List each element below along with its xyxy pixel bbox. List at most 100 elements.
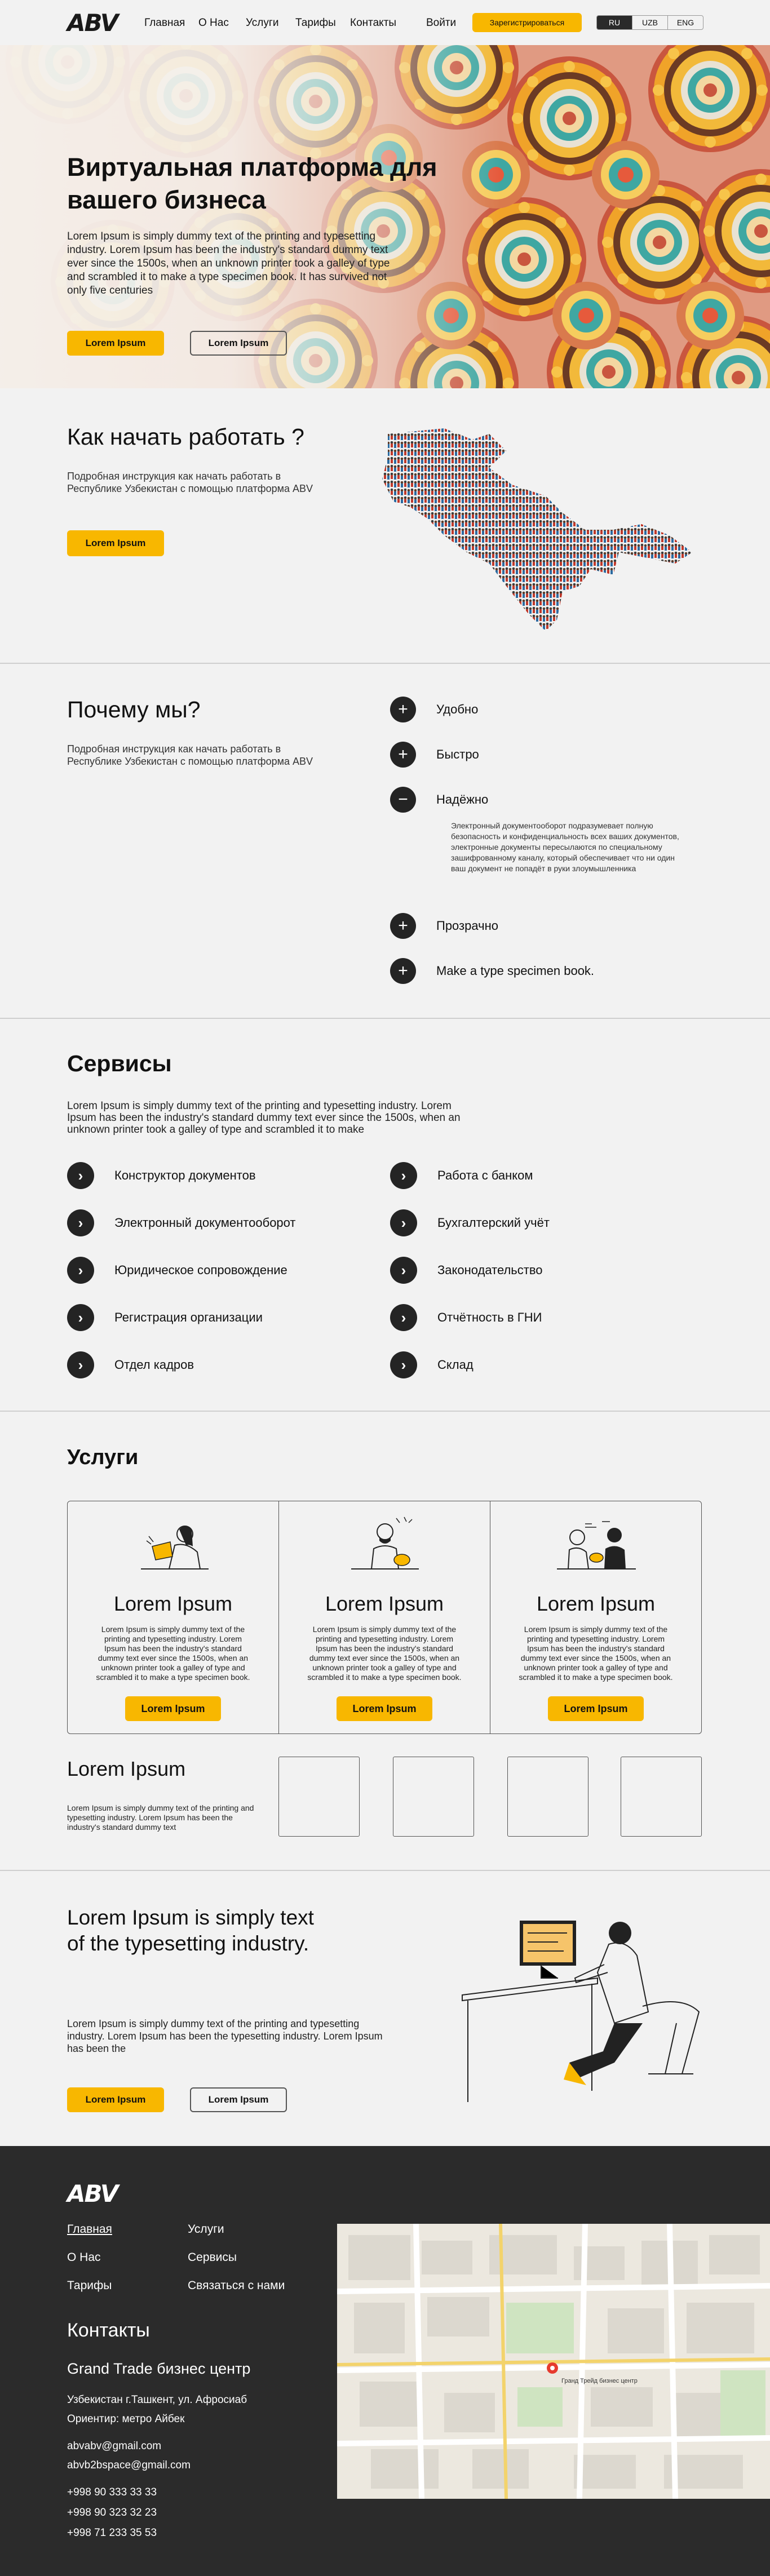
- email[interactable]: abvabv@gmail.com: [67, 2440, 161, 2453]
- service-card: Lorem Ipsum Lorem Ipsum is simply dummy …: [278, 1501, 490, 1734]
- service-item[interactable]: › Отдел кадров: [67, 1351, 194, 1378]
- service-item[interactable]: › Бухгалтерский учёт: [390, 1209, 550, 1236]
- service-item[interactable]: › Электронный документооборот: [67, 1209, 296, 1236]
- service-item[interactable]: › Склад: [390, 1351, 473, 1378]
- map-image: Гранд Трейд бизнес центр: [337, 2224, 770, 2499]
- why-item-reliable[interactable]: − Надёжно: [390, 787, 488, 813]
- logo[interactable]: ABV: [67, 11, 118, 35]
- hero-text: Lorem Ipsum is simply dummy text of the …: [67, 230, 390, 296]
- site-header: ABV Главная О Нас Услуги Тарифы Контакты…: [0, 0, 770, 45]
- service-item[interactable]: › Работа с банком: [390, 1162, 533, 1189]
- chevron-right-icon: ›: [390, 1351, 417, 1378]
- hero-secondary-button[interactable]: Lorem Ipsum: [190, 331, 287, 356]
- chevron-right-icon: ›: [390, 1257, 417, 1284]
- placeholder-box[interactable]: [621, 1757, 702, 1837]
- services-text: Lorem Ipsum is simply dummy text of the …: [67, 1100, 461, 1136]
- contacts-title: Контакты: [67, 2320, 150, 2341]
- footer-link-services[interactable]: Услуги: [188, 2223, 224, 2236]
- why-item-label: Надёжно: [436, 792, 488, 807]
- divider: [0, 663, 770, 664]
- footer-logo[interactable]: ABV: [67, 2180, 118, 2207]
- card-text: Lorem Ipsum is simply dummy text of the …: [519, 1625, 673, 1682]
- service-label: Бухгалтерский учёт: [437, 1216, 550, 1230]
- lang-ru[interactable]: RU: [597, 16, 632, 29]
- service-item[interactable]: › Законодательство: [390, 1257, 543, 1284]
- service-label: Склад: [437, 1358, 473, 1372]
- cta-text: Lorem Ipsum is simply dummy text of the …: [67, 2018, 383, 2054]
- service-item[interactable]: › Регистрация организации: [67, 1304, 263, 1331]
- card-title: Lorem Ipsum: [490, 1592, 701, 1616]
- card-title-text: Lorem Ipsum: [536, 1592, 656, 1615]
- nav-home[interactable]: Главная: [144, 17, 185, 29]
- placeholder-box[interactable]: [393, 1757, 474, 1837]
- cta-secondary-button[interactable]: Lorem Ipsum: [190, 2087, 287, 2112]
- register-button[interactable]: Зарегистрироваться: [472, 13, 582, 32]
- service-label-text: Работа с банком: [437, 1168, 533, 1182]
- why-expanded-text: Электронный документооборот подразумевае…: [451, 821, 679, 873]
- service-card: Lorem Ipsum Lorem Ipsum is simply dummy …: [67, 1501, 279, 1734]
- why-item-specimen[interactable]: + Make a type specimen book.: [390, 958, 594, 984]
- divider: [0, 1018, 770, 1019]
- chevron-right-icon: ›: [390, 1209, 417, 1236]
- service-card: Lorem Ipsum Lorem Ipsum is simply dummy …: [490, 1501, 702, 1734]
- cta-primary-button[interactable]: Lorem Ipsum: [67, 2087, 164, 2112]
- card-button[interactable]: Lorem Ipsum: [125, 1696, 221, 1721]
- placeholder-box[interactable]: [278, 1757, 360, 1837]
- service-label: Отчётность в ГНИ: [437, 1310, 542, 1324]
- why-text: Подробная инструкция как начать работать…: [67, 743, 313, 767]
- footer-link-servisy[interactable]: Сервисы: [188, 2251, 237, 2264]
- service-item[interactable]: › Конструктор документов: [67, 1162, 256, 1189]
- why-item-fast[interactable]: + Быстро: [390, 742, 479, 768]
- footer-link-about[interactable]: О Нас: [67, 2251, 101, 2264]
- card-title: Lorem Ipsum: [325, 1592, 444, 1615]
- location-map[interactable]: Гранд Трейд бизнес центр: [337, 2224, 770, 2499]
- plus-icon[interactable]: +: [390, 913, 416, 939]
- service-item[interactable]: › Отчётность в ГНИ: [390, 1304, 542, 1331]
- nav-tariffs[interactable]: Тарифы: [295, 17, 336, 29]
- lang-eng[interactable]: ENG: [668, 16, 703, 29]
- why-item-convenient[interactable]: + Удобно: [390, 697, 478, 722]
- service-item[interactable]: › Юридическое сопровождение: [67, 1257, 287, 1284]
- card-button[interactable]: Lorem Ipsum: [548, 1696, 644, 1721]
- why-item-transparent[interactable]: + Прозрачно: [390, 913, 498, 939]
- plus-icon[interactable]: +: [390, 742, 416, 768]
- lang-uzb[interactable]: UZB: [632, 16, 668, 29]
- hero-section: Виртуальная платформа для вашего бизнеса…: [0, 45, 770, 388]
- login-link[interactable]: Войти: [426, 17, 456, 29]
- card-button[interactable]: Lorem Ipsum: [337, 1696, 432, 1721]
- meeting-people-illustration: [557, 1521, 636, 1569]
- phone[interactable]: +998 90 323 32 23: [67, 2507, 157, 2519]
- card-text: Lorem Ipsum is simply dummy text of the …: [307, 1625, 462, 1682]
- start-button[interactable]: Lorem Ipsum: [67, 530, 164, 556]
- footer-link-contact-us[interactable]: Связаться с нами: [188, 2279, 285, 2293]
- chevron-right-icon: ›: [67, 1257, 94, 1284]
- divider: [0, 1411, 770, 1412]
- service-label: Конструктор документов: [114, 1168, 256, 1182]
- chevron-right-icon: ›: [390, 1304, 417, 1331]
- hero-primary-button[interactable]: Lorem Ipsum: [67, 331, 164, 356]
- footer-link-home[interactable]: Главная: [67, 2223, 112, 2236]
- service-label: Законодательство: [437, 1263, 543, 1277]
- page: ABV Главная О Нас Услуги Тарифы Контакты…: [0, 0, 770, 2576]
- placeholder-box[interactable]: [507, 1757, 588, 1837]
- hero-title: Виртуальная платформа для вашего бизнеса: [67, 153, 437, 214]
- chevron-right-icon: ›: [67, 1304, 94, 1331]
- woman-at-computer-illustration: [462, 1921, 700, 2102]
- why-item-label: Make a type specimen book.: [436, 964, 595, 978]
- service-label: Юридическое сопровождение: [114, 1263, 287, 1277]
- phone[interactable]: +998 71 233 35 53: [67, 2527, 157, 2539]
- chevron-right-icon: ›: [67, 1351, 94, 1378]
- nav-services[interactable]: Услуги: [246, 17, 278, 29]
- plus-icon[interactable]: +: [390, 958, 416, 984]
- card-title: Lorem Ipsum: [113, 1592, 233, 1615]
- nav-contacts[interactable]: Контакты: [350, 17, 396, 29]
- service-label: Электронный документооборот: [114, 1216, 296, 1230]
- nav-about[interactable]: О Нас: [198, 17, 229, 29]
- plus-icon[interactable]: +: [390, 697, 416, 722]
- minus-icon[interactable]: −: [390, 787, 416, 813]
- start-text: Подробная инструкция как начать работать…: [67, 471, 313, 494]
- phone[interactable]: +998 90 333 33 33: [67, 2486, 157, 2499]
- uslugi-title: Услуги: [67, 1446, 139, 1469]
- email[interactable]: abvb2bspace@gmail.com: [67, 2459, 191, 2472]
- footer-link-tariffs[interactable]: Тарифы: [67, 2279, 112, 2293]
